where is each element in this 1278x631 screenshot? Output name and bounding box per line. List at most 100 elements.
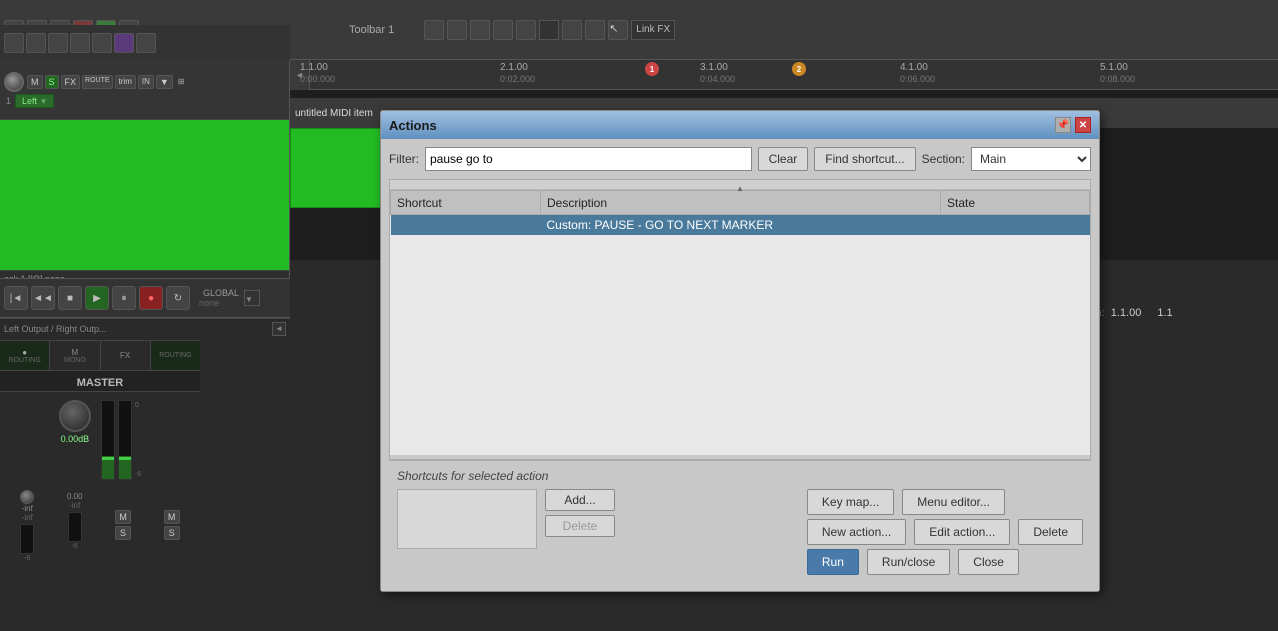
ms-buttons-2: M S	[164, 510, 180, 562]
transport-begin[interactable]: |◄	[4, 286, 28, 310]
edit-action-button[interactable]: Edit action...	[914, 519, 1010, 545]
new-action-button[interactable]: New action...	[807, 519, 906, 545]
dialog-titlebar: Actions 📌 ✕	[381, 111, 1099, 139]
ctrl-btn-1[interactable]	[4, 33, 24, 53]
toolbar-cursor[interactable]: ↖	[608, 20, 628, 40]
volume-knob[interactable]	[4, 72, 24, 92]
track-number: 1	[6, 96, 11, 106]
track-out-icon: ⊞	[178, 77, 185, 86]
run-button[interactable]: Run	[807, 549, 859, 575]
db-left-val: -inf	[22, 504, 33, 513]
track-green-area[interactable]	[0, 120, 289, 270]
master-volume-knob[interactable]	[59, 400, 91, 432]
trim-btn[interactable]: trim	[115, 75, 136, 89]
ctrl-btn-4[interactable]	[70, 33, 90, 53]
toolbar-link-fx[interactable]: Link FX	[631, 20, 675, 40]
db-left: -inf -inf -6	[20, 490, 34, 562]
toolbar-icon-13[interactable]	[585, 20, 605, 40]
timeline-marker-4: 4.1.00 0:06.000	[900, 62, 935, 84]
close-button[interactable]: Close	[958, 549, 1019, 575]
ctrl-btn-6[interactable]	[114, 33, 134, 53]
in-btn[interactable]: IN	[138, 75, 154, 89]
clear-button[interactable]: Clear	[758, 147, 809, 171]
top-action-row: Key map... Menu editor...	[807, 489, 1083, 515]
track-io-info: Left Output / Right Outp... ◄	[0, 318, 290, 338]
add-shortcut-button[interactable]: Add...	[545, 489, 615, 511]
shortcuts-label: Shortcuts for selected action	[397, 469, 1083, 483]
dialog-pin-btn[interactable]: 📌	[1055, 117, 1071, 133]
find-shortcut-button[interactable]: Find shortcut...	[814, 147, 915, 171]
table-row-empty-10	[391, 433, 1090, 455]
position-value2: 1.1	[1157, 307, 1172, 319]
transport-pause[interactable]: ⏸	[112, 286, 136, 310]
transport-play[interactable]: ▶	[85, 286, 109, 310]
master-db-label: 0.00dB	[61, 434, 90, 444]
fx-master-btn[interactable]: FX	[101, 341, 151, 370]
menu-editor-button[interactable]: Menu editor...	[902, 489, 1005, 515]
delete-shortcut-button[interactable]: Delete	[545, 515, 615, 537]
scroll-up-arrow: ▲	[736, 184, 744, 193]
master-m-btn-2[interactable]: M	[164, 510, 180, 524]
routing-btn-2[interactable]: ROUTING	[151, 341, 200, 370]
row-shortcut-1	[391, 215, 541, 236]
track-menu-btn[interactable]: ▼	[156, 75, 173, 89]
toolbar-icon-11[interactable]	[516, 20, 536, 40]
master-label-row: MASTER	[0, 371, 200, 392]
actions-table-container: ▲ Shortcut Description State	[389, 179, 1091, 460]
table-scroll-up[interactable]: ▲	[390, 180, 1090, 190]
mono-btn[interactable]: M MONO	[50, 341, 100, 370]
toolbar-icon-8[interactable]	[447, 20, 467, 40]
fx-btn[interactable]: FX	[61, 75, 81, 89]
col-state: State	[941, 191, 1090, 215]
toolbar-icon-7[interactable]	[424, 20, 444, 40]
routing-btn-1[interactable]: ● ROUTING	[0, 341, 50, 370]
actions-table: Shortcut Description State Cust	[390, 190, 1090, 455]
dialog-close-btn[interactable]: ✕	[1075, 117, 1091, 133]
ctrl-btn-2[interactable]	[26, 33, 46, 53]
transport-back[interactable]: ◄◄	[31, 286, 55, 310]
solo-btn[interactable]: S	[45, 75, 59, 89]
master-m-btn[interactable]: M	[115, 510, 131, 524]
marker-circle-2: 2	[792, 62, 806, 76]
db-readouts: -inf -inf -6 0.00 -inf -6 M S M S	[0, 488, 200, 564]
toolbar-icon-9[interactable]	[470, 20, 490, 40]
actions-dialog: Actions 📌 ✕ Filter: Clear Find shortcut.…	[380, 110, 1100, 592]
position-value: 1.1.00	[1111, 307, 1142, 319]
track-io-btn[interactable]: ◄	[272, 322, 286, 336]
ctrl-btn-3[interactable]	[48, 33, 68, 53]
db-left-meter	[20, 524, 34, 554]
transport-loop[interactable]: ↻	[166, 286, 190, 310]
transport-stop[interactable]: ■	[58, 286, 82, 310]
ctrl-btn-5[interactable]	[92, 33, 112, 53]
filter-input[interactable]	[425, 147, 752, 171]
master-s-btn-2[interactable]: S	[164, 526, 180, 540]
keymap-button[interactable]: Key map...	[807, 489, 894, 515]
ctrl-btn-7[interactable]	[136, 33, 156, 53]
timeline-marker-1: 1.1.00 0:00.000	[300, 62, 335, 84]
track-midi-label: untitled MIDI item	[295, 108, 373, 119]
db-left-scale: -6	[24, 555, 30, 562]
bottom-action-row: Run Run/close Close	[807, 549, 1083, 575]
table-row-selected[interactable]: Custom: PAUSE - GO TO NEXT MARKER	[391, 215, 1090, 236]
section-select[interactable]: Main MIDI Editor Media Explorer	[971, 147, 1091, 171]
left-send-knob[interactable]	[20, 490, 34, 504]
channel-arrow: ▼	[40, 97, 48, 106]
table-row-empty-4	[391, 301, 1090, 323]
delete-action-button[interactable]: Delete	[1018, 519, 1083, 545]
run-close-button[interactable]: Run/close	[867, 549, 950, 575]
timeline-marker-5: 5.1.00 0:08.000	[1100, 62, 1135, 84]
filter-row: Filter: Clear Find shortcut... Section: …	[389, 147, 1091, 171]
master-s-btn[interactable]: S	[115, 526, 131, 540]
mute-btn[interactable]: M	[27, 75, 43, 89]
transport-record[interactable]: ●	[139, 286, 163, 310]
track-channel-dropdown[interactable]: Left ▼	[15, 94, 54, 108]
col-shortcut: Shortcut	[391, 191, 541, 215]
master-meter-left	[101, 400, 115, 480]
master-meters: 0 -6	[101, 400, 141, 480]
toolbar-icon-12[interactable]	[562, 20, 582, 40]
shortcuts-list[interactable]	[397, 489, 537, 549]
right-action-buttons: Key map... Menu editor... New action... …	[807, 489, 1083, 575]
route-btn[interactable]: ROUTE	[82, 75, 113, 89]
toolbar-icon-10[interactable]	[493, 20, 513, 40]
transport-dropdown[interactable]: ▼	[244, 290, 260, 306]
